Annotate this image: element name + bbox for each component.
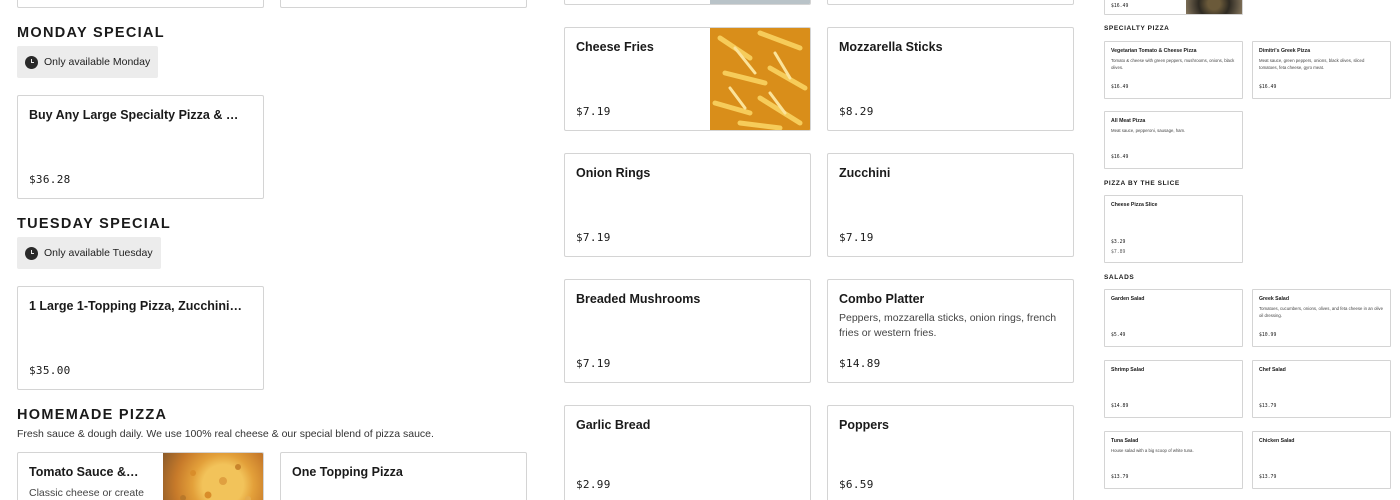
menu-item-zucchini[interactable]: Zucchini $7.19 — [827, 153, 1074, 257]
item-name: Cheese Fries — [576, 40, 654, 54]
menu-item-combo-platter[interactable]: Combo Platter Peppers, mozzarella sticks… — [827, 279, 1074, 383]
menu-item-tuesday-special[interactable]: 1 Large 1-Topping Pizza, Zucchini & 10… … — [17, 286, 264, 390]
menu-item-breaded-mushrooms[interactable]: Breaded Mushrooms $7.19 — [564, 279, 811, 383]
item-name: Poppers — [839, 418, 890, 432]
item-price: $3.29 — [1111, 240, 1126, 245]
item-price: $7.19 — [576, 231, 611, 244]
menu-item-chicken-salad[interactable]: Chicken Salad $13.79 — [1252, 431, 1391, 489]
item-price-secondary: $7.89 — [1111, 250, 1126, 255]
section-title-monday: MONDAY SPECIAL — [17, 25, 165, 41]
menu-item-tuna-salad[interactable]: Tuna Salad House salad with a big scoop … — [1104, 431, 1243, 489]
item-name: Vegetarian Tomato & Cheese Pizza — [1111, 48, 1197, 54]
item-price: $16.49 — [1259, 85, 1277, 90]
item-price: $13.79 — [1259, 404, 1277, 409]
item-description: Tomato & cheese with green peppers, mush… — [1111, 58, 1235, 70]
menu-item-cheese-pizza-slice[interactable]: Cheese Pizza Slice $3.29 $7.89 — [1104, 195, 1243, 263]
item-name: All Meat Pizza — [1111, 118, 1146, 124]
menu-item-vegetarian-pizza[interactable]: Vegetarian Tomato & Cheese Pizza Tomato … — [1104, 41, 1243, 99]
item-price: $13.79 — [1111, 475, 1129, 480]
availability-text: Only available Monday — [44, 56, 151, 68]
item-name: Zucchini — [839, 166, 891, 180]
pizza-image — [163, 453, 263, 500]
item-name: Mozzarella Sticks — [839, 40, 943, 54]
item-price: $16.49 — [1111, 85, 1129, 90]
item-description: Meat sauce, pepperoni, sausage, ham. — [1111, 128, 1186, 133]
item-name: One Topping Pizza — [292, 465, 403, 479]
menu-item-garden-salad[interactable]: Garden Salad $5.49 — [1104, 289, 1243, 347]
menu-item-garlic-bread[interactable]: Garlic Bread $2.99 — [564, 405, 811, 500]
item-name: Chef Salad — [1259, 367, 1286, 373]
menu-card-top-mid-2[interactable] — [827, 0, 1074, 5]
menu-item-one-topping-pizza[interactable]: One Topping Pizza — [280, 452, 527, 500]
section-title-specialty-pizza: SPECIALTY PIZZA — [1104, 25, 1170, 32]
clock-icon — [25, 246, 38, 260]
menu-card-top-mid-1[interactable] — [564, 0, 811, 5]
item-name: Shrimp Salad — [1111, 367, 1145, 373]
item-name: Tuna Salad — [1111, 438, 1139, 444]
item-description: Tomatoes, cucumbers, onions, olives, and… — [1259, 306, 1383, 318]
item-price: $13.79 — [1259, 475, 1277, 480]
pizza-image — [1186, 0, 1242, 14]
menu-card-top-left-1[interactable] — [17, 0, 264, 8]
item-price: $5.49 — [1111, 333, 1126, 338]
item-price: $36.28 — [29, 173, 71, 186]
clock-icon — [25, 55, 38, 69]
item-description: Classic cheese or create — [29, 487, 144, 499]
item-description: Peppers, mozzarella sticks, onion rings,… — [839, 312, 1057, 339]
item-name: Greek Salad — [1259, 296, 1289, 302]
item-name: Combo Platter — [839, 292, 925, 306]
menu-item-tomato-sauce-pizza[interactable]: Tomato Sauce &… Classic cheese or create — [17, 452, 264, 500]
item-name: Garden Salad — [1111, 296, 1145, 302]
item-name: Cheese Pizza Slice — [1111, 202, 1158, 208]
cheese-fries-image — [710, 28, 810, 130]
availability-text: Only available Tuesday — [44, 247, 153, 259]
food-image — [710, 0, 810, 4]
item-name: Onion Rings — [576, 166, 651, 180]
menu-item-mozzarella-sticks[interactable]: Mozzarella Sticks $8.29 — [827, 27, 1074, 131]
item-price: $35.00 — [29, 364, 71, 377]
section-title-salads: SALADS — [1104, 274, 1135, 281]
menu-item-greek-salad[interactable]: Greek Salad Tomatoes, cucumbers, onions,… — [1252, 289, 1391, 347]
menu-item-all-meat-pizza[interactable]: All Meat Pizza Meat sauce, pepperoni, sa… — [1104, 111, 1243, 169]
item-price: $10.99 — [1259, 333, 1277, 338]
item-price: $16.49 — [1111, 4, 1129, 9]
item-name: 1 Large 1-Topping Pizza, Zucchini & 10… — [29, 299, 243, 313]
item-description: House salad with a big scoop of white tu… — [1111, 448, 1194, 453]
availability-badge-tuesday: Only available Tuesday — [17, 237, 161, 269]
item-price: $7.19 — [839, 231, 874, 244]
item-price: $14.89 — [1111, 404, 1129, 409]
item-description: Meat sauce, green peppers, onions, black… — [1259, 58, 1365, 70]
menu-item-chef-salad[interactable]: Chef Salad $13.79 — [1252, 360, 1391, 418]
availability-badge-monday: Only available Monday — [17, 46, 159, 78]
menu-item-shrimp-salad[interactable]: Shrimp Salad $14.89 — [1104, 360, 1243, 418]
section-title-tuesday: TUESDAY SPECIAL — [17, 216, 172, 232]
menu-item-greek-pizza[interactable]: Dimitri's Greek Pizza Meat sauce, green … — [1252, 41, 1391, 99]
item-price: $7.19 — [576, 105, 611, 118]
item-name: Tomato Sauce &… — [29, 465, 139, 479]
menu-item-cheese-fries[interactable]: Cheese Fries $7.19 — [564, 27, 811, 131]
item-name: Breaded Mushrooms — [576, 292, 701, 306]
menu-item-top-right[interactable]: $16.49 — [1104, 0, 1243, 15]
menu-card-top-left-2[interactable] — [280, 0, 527, 8]
menu-item-monday-special[interactable]: Buy Any Large Specialty Pizza & Get A… $… — [17, 95, 264, 199]
item-name: Dimitri's Greek Pizza — [1259, 48, 1311, 54]
section-subtitle-homemade-pizza: Fresh sauce & dough daily. We use 100% r… — [17, 428, 434, 440]
menu-item-poppers[interactable]: Poppers $6.59 — [827, 405, 1074, 500]
item-name: Garlic Bread — [576, 418, 651, 432]
section-title-pizza-by-slice: PIZZA BY THE SLICE — [1104, 180, 1180, 187]
menu-item-onion-rings[interactable]: Onion Rings $7.19 — [564, 153, 811, 257]
item-price: $7.19 — [576, 357, 611, 370]
item-price: $6.59 — [839, 478, 874, 491]
item-name: Chicken Salad — [1259, 438, 1295, 444]
item-price: $8.29 — [839, 105, 874, 118]
section-title-homemade-pizza: HOMEMADE PIZZA — [17, 407, 168, 423]
item-price: $2.99 — [576, 478, 611, 491]
item-price: $16.49 — [1111, 155, 1129, 160]
item-price: $14.89 — [839, 357, 881, 370]
item-name: Buy Any Large Specialty Pizza & Get A… — [29, 108, 243, 122]
